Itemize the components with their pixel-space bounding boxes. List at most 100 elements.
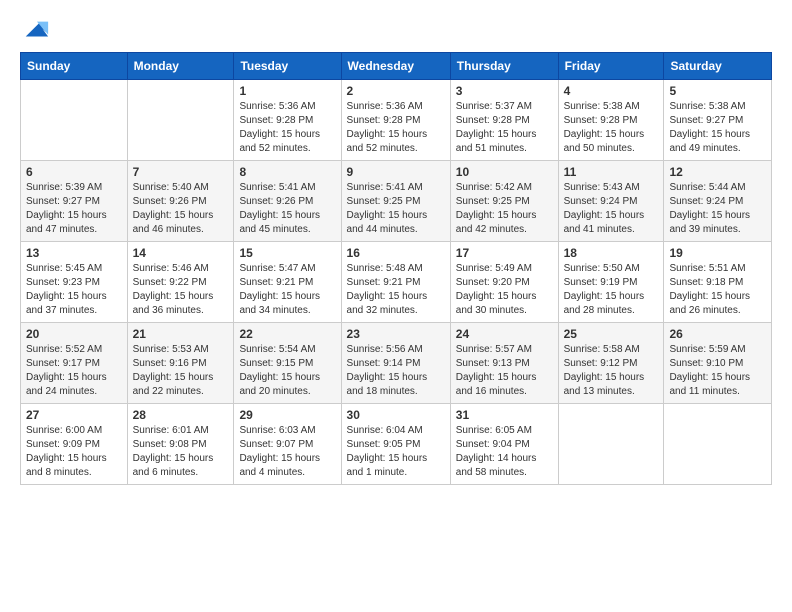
day-info: Sunrise: 5:40 AM Sunset: 9:26 PM Dayligh… xyxy=(133,181,229,237)
day-info: Sunrise: 5:41 AM Sunset: 9:26 PM Dayligh… xyxy=(239,181,335,237)
day-info: Sunrise: 5:36 AM Sunset: 9:28 PM Dayligh… xyxy=(347,100,445,156)
calendar-cell: 5Sunrise: 5:38 AM Sunset: 9:27 PM Daylig… xyxy=(664,80,772,161)
calendar-cell: 30 Sunrise: 6:04 AM Sunset: 9:05 PM Dayli… xyxy=(341,404,450,485)
calendar-cell xyxy=(21,80,128,161)
day-number: 24 xyxy=(456,327,553,341)
calendar-cell: 12 Sunrise: 5:44 AM Sunset: 9:24 PM Dayli… xyxy=(664,161,772,242)
day-number: 12 xyxy=(669,165,766,179)
day-info: Sunrise: 5:49 AM Sunset: 9:20 PM Dayligh… xyxy=(456,262,553,318)
weekday-header: Thursday xyxy=(450,53,558,80)
day-info: Sunrise: 5:44 AM Sunset: 9:24 PM Dayligh… xyxy=(669,181,766,237)
day-number: 7 xyxy=(133,165,229,179)
day-info: Sunrise: 5:38 AM Sunset: 9:27 PM Dayligh… xyxy=(669,100,766,156)
day-info: Sunrise: 5:56 AM Sunset: 9:14 PM Dayligh… xyxy=(347,343,445,399)
day-number: 2 xyxy=(347,84,445,98)
day-info: Sunrise: 5:57 AM Sunset: 9:13 PM Dayligh… xyxy=(456,343,553,399)
day-number: 26 xyxy=(669,327,766,341)
calendar-week-row: 27Sunrise: 6:00 AM Sunset: 9:09 PM Dayli… xyxy=(21,404,772,485)
calendar-cell: 14 Sunrise: 5:46 AM Sunset: 9:22 PM Dayli… xyxy=(127,242,234,323)
day-info: Sunrise: 5:53 AM Sunset: 9:16 PM Dayligh… xyxy=(133,343,229,399)
day-number: 22 xyxy=(239,327,335,341)
weekday-header: Monday xyxy=(127,53,234,80)
day-info: Sunrise: 5:48 AM Sunset: 9:21 PM Dayligh… xyxy=(347,262,445,318)
day-info: Sunrise: 5:50 AM Sunset: 9:19 PM Dayligh… xyxy=(564,262,659,318)
calendar-cell: 6 Sunrise: 5:39 AM Sunset: 9:27 PM Daylig… xyxy=(21,161,128,242)
day-number: 1 xyxy=(239,84,335,98)
calendar-cell: 25 Sunrise: 5:58 AM Sunset: 9:12 PM Dayli… xyxy=(558,323,664,404)
calendar-week-row: 1 Sunrise: 5:36 AM Sunset: 9:28 PM Daylig… xyxy=(21,80,772,161)
calendar-cell: 28 Sunrise: 6:01 AM Sunset: 9:08 PM Dayli… xyxy=(127,404,234,485)
day-number: 28 xyxy=(133,408,229,422)
calendar-cell: 19 Sunrise: 5:51 AM Sunset: 9:18 PM Dayli… xyxy=(664,242,772,323)
day-number: 25 xyxy=(564,327,659,341)
calendar-cell: 21 Sunrise: 5:53 AM Sunset: 9:16 PM Dayli… xyxy=(127,323,234,404)
day-info: Sunrise: 5:54 AM Sunset: 9:15 PM Dayligh… xyxy=(239,343,335,399)
day-info: Sunrise: 5:37 AM Sunset: 9:28 PM Dayligh… xyxy=(456,100,553,156)
calendar-week-row: 13 Sunrise: 5:45 AM Sunset: 9:23 PM Dayli… xyxy=(21,242,772,323)
day-info: Sunrise: 5:45 AM Sunset: 9:23 PM Dayligh… xyxy=(26,262,122,318)
day-info: Sunrise: 5:43 AM Sunset: 9:24 PM Dayligh… xyxy=(564,181,659,237)
day-number: 13 xyxy=(26,246,122,260)
day-info: Sunrise: 6:05 AM Sunset: 9:04 PM Dayligh… xyxy=(456,424,553,480)
day-number: 29 xyxy=(239,408,335,422)
calendar-cell: 24 Sunrise: 5:57 AM Sunset: 9:13 PM Dayli… xyxy=(450,323,558,404)
day-info: Sunrise: 5:51 AM Sunset: 9:18 PM Dayligh… xyxy=(669,262,766,318)
calendar-header: SundayMondayTuesdayWednesdayThursdayFrid… xyxy=(21,53,772,80)
logo-icon xyxy=(22,16,50,44)
calendar-cell: 13 Sunrise: 5:45 AM Sunset: 9:23 PM Dayli… xyxy=(21,242,128,323)
calendar-cell: 26 Sunrise: 5:59 AM Sunset: 9:10 PM Dayli… xyxy=(664,323,772,404)
page-header xyxy=(20,16,772,40)
calendar-cell: 11Sunrise: 5:43 AM Sunset: 9:24 PM Dayli… xyxy=(558,161,664,242)
calendar-cell: 4Sunrise: 5:38 AM Sunset: 9:28 PM Daylig… xyxy=(558,80,664,161)
calendar-cell: 7 Sunrise: 5:40 AM Sunset: 9:26 PM Daylig… xyxy=(127,161,234,242)
day-info: Sunrise: 5:38 AM Sunset: 9:28 PM Dayligh… xyxy=(564,100,659,156)
calendar-cell: 9 Sunrise: 5:41 AM Sunset: 9:25 PM Daylig… xyxy=(341,161,450,242)
day-info: Sunrise: 5:46 AM Sunset: 9:22 PM Dayligh… xyxy=(133,262,229,318)
day-number: 15 xyxy=(239,246,335,260)
calendar-cell: 15 Sunrise: 5:47 AM Sunset: 9:21 PM Dayli… xyxy=(234,242,341,323)
day-number: 9 xyxy=(347,165,445,179)
weekday-header: Saturday xyxy=(664,53,772,80)
calendar-cell: 17Sunrise: 5:49 AM Sunset: 9:20 PM Dayli… xyxy=(450,242,558,323)
day-number: 23 xyxy=(347,327,445,341)
weekday-header: Sunday xyxy=(21,53,128,80)
day-info: Sunrise: 5:47 AM Sunset: 9:21 PM Dayligh… xyxy=(239,262,335,318)
calendar-cell: 29Sunrise: 6:03 AM Sunset: 9:07 PM Dayli… xyxy=(234,404,341,485)
calendar-week-row: 20 Sunrise: 5:52 AM Sunset: 9:17 PM Dayli… xyxy=(21,323,772,404)
day-info: Sunrise: 5:59 AM Sunset: 9:10 PM Dayligh… xyxy=(669,343,766,399)
day-info: Sunrise: 5:36 AM Sunset: 9:28 PM Dayligh… xyxy=(239,100,335,156)
calendar-cell xyxy=(558,404,664,485)
day-info: Sunrise: 5:52 AM Sunset: 9:17 PM Dayligh… xyxy=(26,343,122,399)
calendar-cell: 18 Sunrise: 5:50 AM Sunset: 9:19 PM Dayli… xyxy=(558,242,664,323)
day-info: Sunrise: 5:41 AM Sunset: 9:25 PM Dayligh… xyxy=(347,181,445,237)
calendar-cell: 8 Sunrise: 5:41 AM Sunset: 9:26 PM Daylig… xyxy=(234,161,341,242)
day-number: 10 xyxy=(456,165,553,179)
day-number: 3 xyxy=(456,84,553,98)
day-info: Sunrise: 5:39 AM Sunset: 9:27 PM Dayligh… xyxy=(26,181,122,237)
calendar-cell: 16 Sunrise: 5:48 AM Sunset: 9:21 PM Dayli… xyxy=(341,242,450,323)
weekday-header: Friday xyxy=(558,53,664,80)
calendar-cell: 1 Sunrise: 5:36 AM Sunset: 9:28 PM Daylig… xyxy=(234,80,341,161)
day-info: Sunrise: 6:04 AM Sunset: 9:05 PM Dayligh… xyxy=(347,424,445,480)
calendar-cell xyxy=(664,404,772,485)
day-number: 18 xyxy=(564,246,659,260)
day-number: 30 xyxy=(347,408,445,422)
day-number: 8 xyxy=(239,165,335,179)
day-number: 20 xyxy=(26,327,122,341)
day-info: Sunrise: 6:00 AM Sunset: 9:09 PM Dayligh… xyxy=(26,424,122,480)
calendar-cell xyxy=(127,80,234,161)
day-info: Sunrise: 5:58 AM Sunset: 9:12 PM Dayligh… xyxy=(564,343,659,399)
day-number: 6 xyxy=(26,165,122,179)
day-number: 19 xyxy=(669,246,766,260)
logo xyxy=(20,16,50,40)
day-info: Sunrise: 5:42 AM Sunset: 9:25 PM Dayligh… xyxy=(456,181,553,237)
day-info: Sunrise: 6:01 AM Sunset: 9:08 PM Dayligh… xyxy=(133,424,229,480)
weekday-header: Tuesday xyxy=(234,53,341,80)
calendar-cell: 20 Sunrise: 5:52 AM Sunset: 9:17 PM Dayli… xyxy=(21,323,128,404)
calendar-cell: 27Sunrise: 6:00 AM Sunset: 9:09 PM Dayli… xyxy=(21,404,128,485)
day-number: 21 xyxy=(133,327,229,341)
day-number: 14 xyxy=(133,246,229,260)
calendar-cell: 2 Sunrise: 5:36 AM Sunset: 9:28 PM Daylig… xyxy=(341,80,450,161)
calendar-cell: 3 Sunrise: 5:37 AM Sunset: 9:28 PM Daylig… xyxy=(450,80,558,161)
day-number: 16 xyxy=(347,246,445,260)
